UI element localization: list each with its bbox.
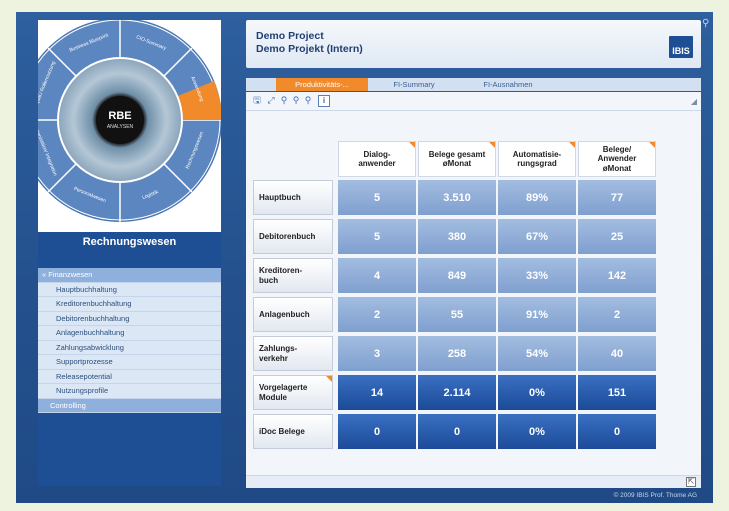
kpi-cell[interactable]: 54%	[498, 336, 576, 371]
sidebar-item[interactable]: Releasepotential	[38, 369, 221, 384]
sidebar-item[interactable]: Nutzungsprofile	[38, 384, 221, 399]
magnifier-icon[interactable]: ⚲	[702, 18, 709, 29]
column-header-label: Belege/ Anwender øMonat	[597, 144, 637, 173]
row-header[interactable]: iDoc Belege	[253, 414, 333, 449]
marker-icon	[326, 376, 332, 382]
kpi-cell[interactable]: 5	[338, 219, 416, 254]
column-header-label: Dialog- anwender	[358, 149, 396, 169]
column-header-label: Belege gesamt øMonat	[428, 149, 486, 169]
save-icon[interactable]: 🖫	[252, 95, 262, 105]
project-title: Demo Project	[256, 30, 324, 42]
status-bar: ⇱	[246, 475, 701, 488]
kpi-cell[interactable]: 0	[578, 414, 656, 449]
kpi-cell[interactable]: 55	[418, 297, 496, 332]
module-title: Rechnungswesen	[82, 236, 177, 248]
kpi-cell[interactable]: 40	[578, 336, 656, 371]
wheel-subtitle: ANALYSEN	[107, 124, 134, 130]
content-panel: 🖫 ⤢ ⚲ ⚲ ⚲ i ◢ Dialog- anwender Belege ges…	[246, 92, 701, 488]
tab-1[interactable]: FI-Summary	[368, 78, 460, 91]
kpi-cell[interactable]: 2	[338, 297, 416, 332]
kpi-cell[interactable]: 89%	[498, 180, 576, 215]
kpi-cell[interactable]: 142	[578, 258, 656, 293]
sort-marker-icon	[569, 142, 575, 148]
kpi-cell[interactable]: 77	[578, 180, 656, 215]
resize-icon[interactable]: ◢	[691, 97, 697, 106]
sidebar-item[interactable]: Zahlungsabwicklung	[38, 340, 221, 355]
row-header-label: Zahlungs- verkehr	[259, 344, 298, 363]
kpi-cell[interactable]: 0%	[498, 375, 576, 410]
kpi-cell[interactable]: 5	[338, 180, 416, 215]
row-header-label: Kreditoren- buch	[259, 266, 303, 285]
row-header[interactable]: Hauptbuch	[253, 180, 333, 215]
app-window: RBE ANALYSEN Business Blueprint CIO-Summa…	[16, 12, 713, 503]
row-header-label: Vorgelagerte Module	[259, 383, 308, 402]
kpi-cell[interactable]: 0	[418, 414, 496, 449]
kpi-cell[interactable]: 2.114	[418, 375, 496, 410]
copyright: © 2009 IBIS Prof. Thome AG	[613, 492, 697, 499]
expand-icon[interactable]: ⤢	[266, 95, 276, 105]
row-header[interactable]: Anlagenbuch	[253, 297, 333, 332]
info-icon[interactable]: i	[318, 95, 330, 107]
sidebar-item[interactable]: Supportprozesse	[38, 355, 221, 370]
zoom-icon[interactable]: ⚲	[279, 95, 289, 105]
kpi-cell[interactable]: 151	[578, 375, 656, 410]
row-header[interactable]: Kreditoren- buch	[253, 258, 333, 293]
kpi-cell[interactable]: 14	[338, 375, 416, 410]
module-wheel: RBE ANALYSEN Business Blueprint CIO-Summa…	[38, 20, 221, 232]
tab-0[interactable]: Produktivitäts-...	[276, 78, 368, 91]
sidebar-item[interactable]: « Finanzwesen	[38, 268, 221, 283]
toolbar: 🖫 ⤢ ⚲ ⚲ ⚲ i ◢	[246, 92, 701, 111]
kpi-cell[interactable]: 849	[418, 258, 496, 293]
row-header[interactable]: Vorgelagerte Module	[253, 375, 333, 410]
project-header: Demo Project Demo Projekt (Intern) IBIS	[246, 20, 701, 68]
sidebar-item[interactable]: Kreditorenbuchhaltung	[38, 297, 221, 312]
row-header[interactable]: Debitorenbuch	[253, 219, 333, 254]
left-panel: RBE ANALYSEN Business Blueprint CIO-Summa…	[38, 20, 221, 486]
row-header-label: Hauptbuch	[259, 192, 301, 202]
kpi-cell[interactable]: 0%	[498, 414, 576, 449]
zoom-out-icon[interactable]: ⚲	[303, 95, 313, 105]
project-subtitle: Demo Projekt (Intern)	[256, 43, 363, 55]
kpi-cell[interactable]: 67%	[498, 219, 576, 254]
sidebar-nav: « Finanzwesen Hauptbuchhaltung Kreditorenb…	[38, 268, 221, 413]
kpi-cell[interactable]: 2	[578, 297, 656, 332]
column-header[interactable]: Belege/ Anwender øMonat	[578, 141, 656, 177]
kpi-cell[interactable]: 258	[418, 336, 496, 371]
ibis-logo: IBIS	[669, 36, 693, 58]
row-header[interactable]: Zahlungs- verkehr	[253, 336, 333, 371]
kpi-cell[interactable]: 3	[338, 336, 416, 371]
kpi-cell[interactable]: 380	[418, 219, 496, 254]
tab-bar: Produktivitäts-... FI-Summary FI-Ausnahmen	[246, 78, 701, 91]
tab-2[interactable]: FI-Ausnahmen	[462, 78, 554, 91]
row-header-label: Anlagenbuch	[259, 309, 310, 319]
kpi-cell[interactable]: 25	[578, 219, 656, 254]
fullscreen-icon[interactable]: ⇱	[686, 477, 696, 487]
sidebar-item[interactable]: Debitorenbuchhaltung	[38, 311, 221, 326]
column-header[interactable]: Automatisie- rungsgrad	[498, 141, 576, 177]
kpi-cell[interactable]: 4	[338, 258, 416, 293]
wheel-graphic: RBE ANALYSEN Business Blueprint CIO-Summa…	[38, 20, 221, 222]
kpi-cell[interactable]: 33%	[498, 258, 576, 293]
zoom-in-icon[interactable]: ⚲	[291, 95, 301, 105]
sidebar-item[interactable]: Controlling	[38, 398, 221, 413]
row-header-label: iDoc Belege	[259, 426, 305, 436]
sidebar-item[interactable]: Anlagenbuchhaltung	[38, 326, 221, 341]
wheel-brand: RBE	[108, 110, 131, 122]
kpi-cell[interactable]: 0	[338, 414, 416, 449]
sort-marker-icon	[489, 142, 495, 148]
kpi-cell[interactable]: 3.510	[418, 180, 496, 215]
sort-marker-icon	[409, 142, 415, 148]
sidebar-item[interactable]: Hauptbuchhaltung	[38, 282, 221, 297]
sort-marker-icon	[649, 142, 655, 148]
column-header[interactable]: Dialog- anwender	[338, 141, 416, 177]
row-header-label: Debitorenbuch	[259, 231, 316, 241]
column-header[interactable]: Belege gesamt øMonat	[418, 141, 496, 177]
column-header-label: Automatisie- rungsgrad	[512, 149, 562, 169]
kpi-cell[interactable]: 91%	[498, 297, 576, 332]
